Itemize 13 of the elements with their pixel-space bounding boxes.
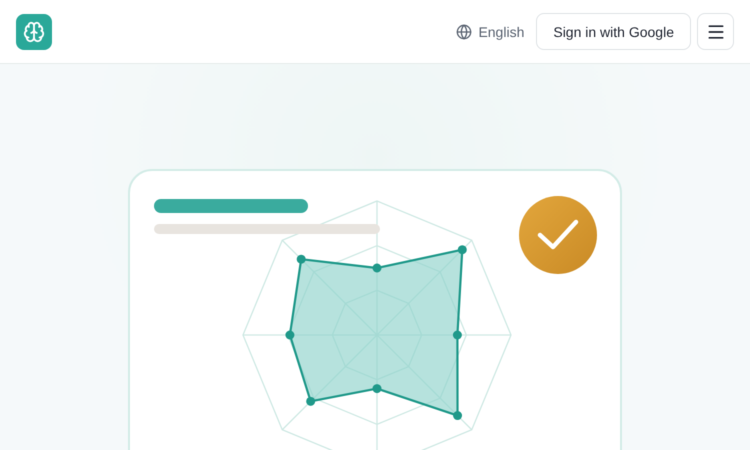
menu-button[interactable] bbox=[697, 13, 734, 50]
globe-icon bbox=[456, 24, 472, 40]
language-button[interactable]: English bbox=[456, 20, 524, 44]
data-point bbox=[285, 330, 294, 340]
data-point bbox=[372, 264, 382, 272]
brain-logo-icon[interactable] bbox=[16, 14, 52, 50]
sign-in-button[interactable]: Sign in with Google bbox=[536, 13, 691, 50]
data-point bbox=[372, 384, 382, 394]
data-point bbox=[458, 245, 467, 254]
data-point bbox=[452, 330, 462, 340]
data-point bbox=[306, 396, 316, 406]
data-point bbox=[453, 411, 462, 420]
data-point bbox=[296, 254, 306, 264]
